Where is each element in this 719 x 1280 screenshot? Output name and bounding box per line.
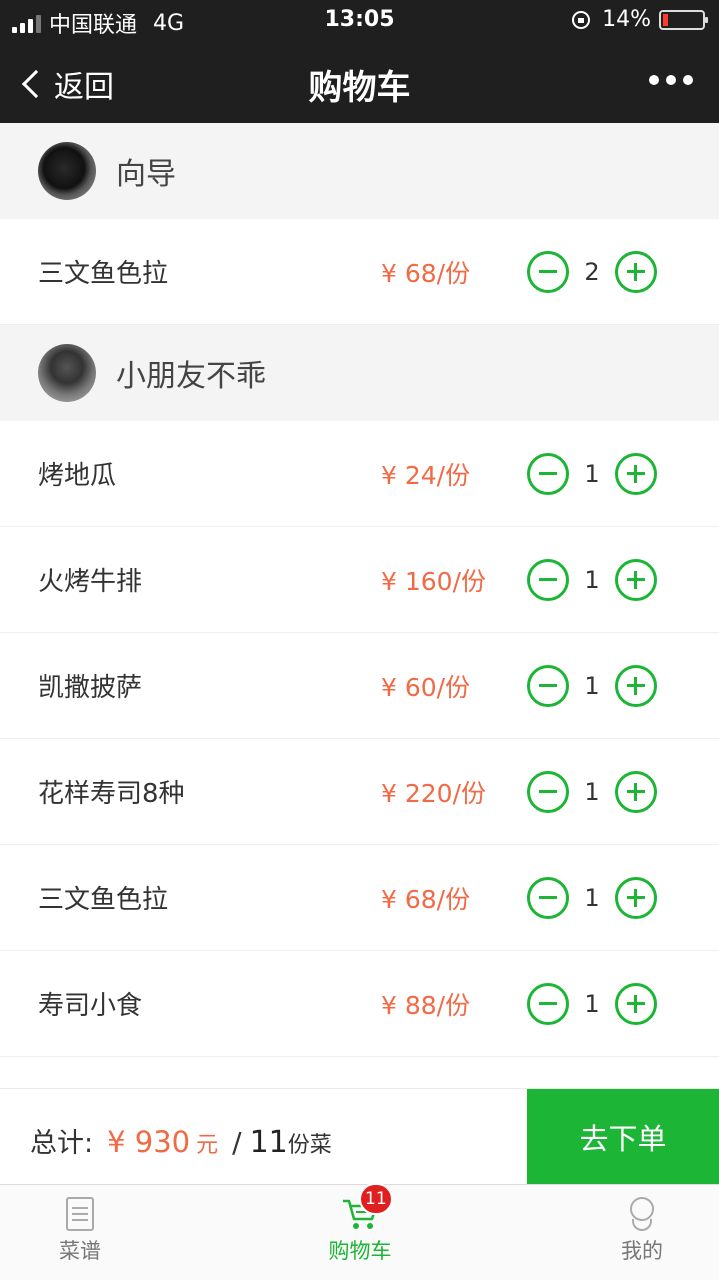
quantity-stepper: 1 bbox=[527, 876, 657, 919]
chevron-left-icon bbox=[21, 69, 51, 99]
plus-button[interactable] bbox=[615, 982, 657, 1025]
tab-label: 购物车 bbox=[328, 1239, 392, 1263]
book-icon bbox=[66, 1197, 94, 1231]
plus-button[interactable] bbox=[615, 664, 657, 707]
list-item: 三文鱼色拉 ¥ 68/份 1 bbox=[0, 845, 719, 951]
tab-recipes[interactable]: 菜谱 bbox=[0, 1185, 160, 1280]
cart-icon: 11 bbox=[341, 1183, 393, 1231]
minus-button[interactable] bbox=[527, 770, 569, 813]
item-name: 烤地瓜 bbox=[38, 461, 117, 491]
item-name: 寿司小食 bbox=[38, 991, 143, 1021]
item-name: 凯撒披萨 bbox=[38, 673, 143, 703]
battery-icon bbox=[659, 9, 708, 30]
person-icon bbox=[627, 1197, 657, 1231]
group-header: 小朋友不乖 bbox=[0, 325, 719, 421]
rotation-lock-icon bbox=[572, 10, 591, 29]
item-price: ¥ 160/份 bbox=[381, 566, 486, 596]
plus-button[interactable] bbox=[615, 452, 657, 495]
list-item: 凯撒披萨 ¥ 60/份 1 bbox=[0, 633, 719, 739]
cart-list: 向导 三文鱼色拉 ¥ 68/份 2 小朋友不乖 烤地瓜 ¥ 24/份 1 火烤牛… bbox=[0, 123, 719, 1057]
avatar bbox=[38, 142, 96, 200]
quantity-value: 2 bbox=[584, 257, 600, 286]
quantity-stepper: 1 bbox=[527, 982, 657, 1025]
total-summary: 总计: ¥ 930 元 / 11 份菜 bbox=[30, 1121, 332, 1160]
quantity-value: 1 bbox=[584, 989, 600, 1018]
total-amount: ¥ 930 bbox=[107, 1125, 191, 1159]
total-separator: / bbox=[232, 1126, 242, 1159]
plus-button[interactable] bbox=[615, 558, 657, 601]
place-order-button[interactable]: 去下单 bbox=[527, 1089, 719, 1185]
item-name: 三文鱼色拉 bbox=[38, 885, 169, 915]
avatar bbox=[38, 344, 96, 402]
list-item: 花样寿司8种 ¥ 220/份 1 bbox=[0, 739, 719, 845]
item-price: ¥ 68/份 bbox=[381, 884, 471, 914]
item-name: 三文鱼色拉 bbox=[38, 259, 169, 289]
total-label: 总计: bbox=[30, 1128, 94, 1159]
plus-button[interactable] bbox=[615, 876, 657, 919]
tab-cart[interactable]: 11 购物车 bbox=[280, 1183, 440, 1280]
item-name: 花样寿司8种 bbox=[38, 779, 185, 809]
nav-bar: 返回 购物车 bbox=[0, 40, 719, 123]
tab-label: 菜谱 bbox=[59, 1239, 101, 1263]
tab-bar: 菜谱 11 购物车 我的 bbox=[0, 1183, 719, 1280]
group-name: 小朋友不乖 bbox=[116, 359, 266, 394]
item-price: ¥ 220/份 bbox=[381, 778, 486, 808]
item-price: ¥ 24/份 bbox=[381, 460, 471, 490]
dish-count-unit: 份菜 bbox=[287, 1133, 332, 1158]
quantity-value: 1 bbox=[584, 565, 600, 594]
list-item: 火烤牛排 ¥ 160/份 1 bbox=[0, 527, 719, 633]
item-name: 火烤牛排 bbox=[38, 567, 143, 597]
battery-percent: 14% bbox=[602, 7, 651, 32]
cart-count-badge: 11 bbox=[359, 1183, 393, 1215]
minus-button[interactable] bbox=[527, 664, 569, 707]
list-item: 寿司小食 ¥ 88/份 1 bbox=[0, 951, 719, 1057]
group-header: 向导 bbox=[0, 123, 719, 219]
plus-button[interactable] bbox=[615, 770, 657, 813]
minus-button[interactable] bbox=[527, 452, 569, 495]
tab-label: 我的 bbox=[621, 1239, 663, 1263]
quantity-value: 1 bbox=[584, 883, 600, 912]
back-label: 返回 bbox=[54, 70, 114, 105]
item-price: ¥ 88/份 bbox=[381, 990, 471, 1020]
quantity-value: 1 bbox=[584, 671, 600, 700]
tab-profile[interactable]: 我的 bbox=[562, 1185, 719, 1280]
quantity-stepper: 1 bbox=[527, 770, 657, 813]
minus-button[interactable] bbox=[527, 876, 569, 919]
list-item: 三文鱼色拉 ¥ 68/份 2 bbox=[0, 219, 719, 325]
quantity-stepper: 1 bbox=[527, 452, 657, 495]
quantity-stepper: 1 bbox=[527, 664, 657, 707]
minus-button[interactable] bbox=[527, 250, 569, 293]
more-icon[interactable] bbox=[649, 75, 693, 85]
group-name: 向导 bbox=[116, 157, 176, 192]
quantity-stepper: 2 bbox=[527, 250, 657, 293]
quantity-stepper: 1 bbox=[527, 558, 657, 601]
total-unit: 元 bbox=[196, 1133, 219, 1158]
list-item: 烤地瓜 ¥ 24/份 1 bbox=[0, 421, 719, 527]
total-bar: 总计: ¥ 930 元 / 11 份菜 去下单 bbox=[0, 1088, 719, 1185]
dish-count: 11 bbox=[249, 1125, 288, 1160]
quantity-value: 1 bbox=[584, 777, 600, 806]
item-price: ¥ 60/份 bbox=[381, 672, 471, 702]
quantity-value: 1 bbox=[584, 459, 600, 488]
status-right: 14% bbox=[572, 7, 708, 32]
minus-button[interactable] bbox=[527, 558, 569, 601]
back-button[interactable]: 返回 bbox=[18, 62, 114, 106]
item-price: ¥ 68/份 bbox=[381, 258, 471, 288]
battery-level bbox=[663, 13, 668, 26]
status-bar: 中国联通 4G 13:05 14% bbox=[0, 0, 719, 40]
minus-button[interactable] bbox=[527, 982, 569, 1025]
plus-button[interactable] bbox=[615, 250, 657, 293]
